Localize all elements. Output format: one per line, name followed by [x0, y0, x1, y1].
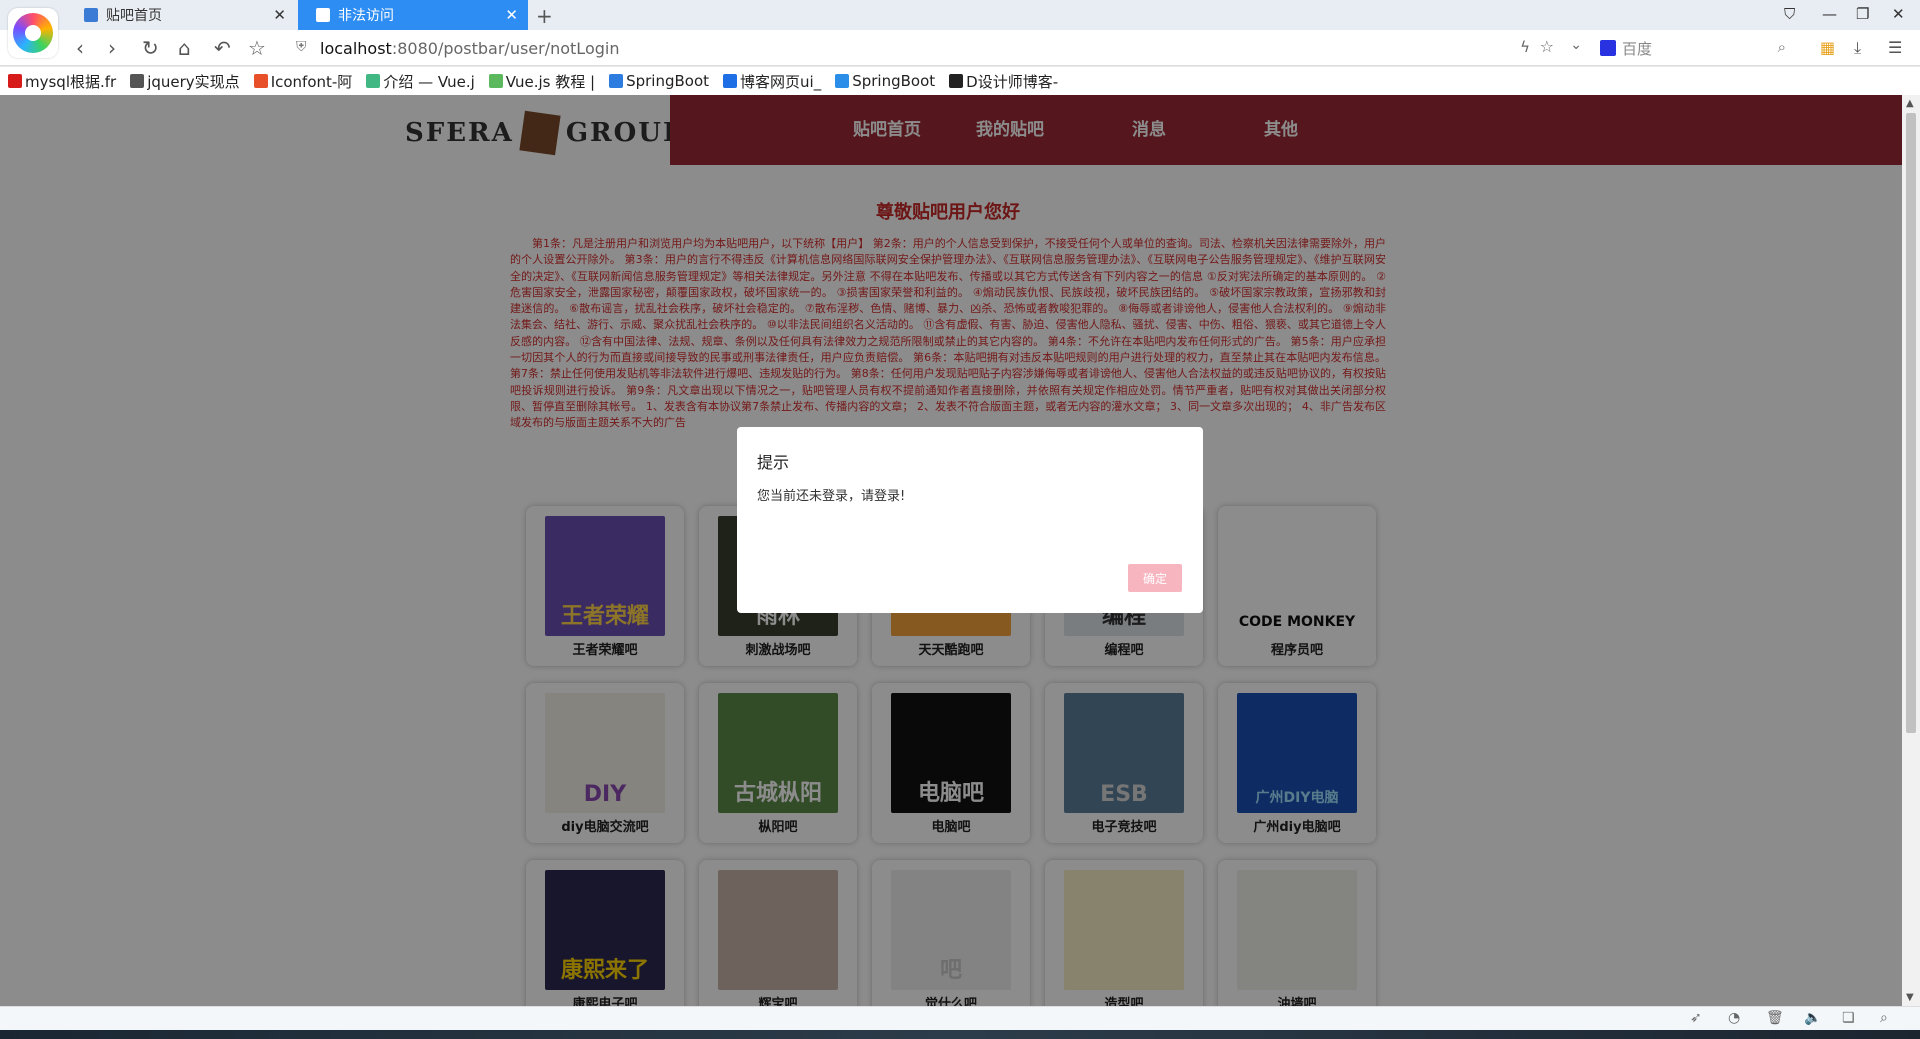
reload-icon[interactable]: ↻ [142, 36, 159, 60]
bookmark-favicon-icon [835, 74, 850, 88]
scroll-up-icon[interactable]: ▲ [1906, 98, 1914, 109]
bookmark-item[interactable]: 博客网页ui_ [723, 71, 821, 92]
bookmark-label: jquery实现点 [147, 72, 240, 91]
chevron-down-icon[interactable]: ⌄ [1570, 37, 1582, 53]
page-icon [84, 8, 98, 22]
scrollbar-thumb[interactable] [1906, 113, 1916, 733]
bookmark-item[interactable]: 介绍 — Vue.j [366, 71, 475, 92]
os-taskbar [0, 1030, 1920, 1039]
dialog-message: 您当前还未登录，请登录! [757, 489, 906, 504]
browser-toolbar: ‹ › ↻ ⌂ ↶ ☆ ⛨ localhost:8080/postbar/use… [0, 30, 1920, 66]
scroll-down-icon[interactable]: ▼ [1906, 992, 1914, 1003]
back-icon[interactable]: ‹ [76, 36, 84, 60]
close-icon[interactable]: ✕ [273, 6, 286, 24]
lightning-icon[interactable]: ϟ [1520, 38, 1530, 56]
page-icon [316, 8, 330, 22]
url-text: localhost:8080/postbar/user/notLogin [320, 38, 620, 58]
bookmark-item[interactable]: Iconfont-阿 [253, 71, 353, 92]
bookmark-favicon-icon [130, 74, 145, 88]
bookmark-item[interactable]: jquery实现点 [130, 71, 240, 92]
bookmark-star-icon[interactable]: ☆ [1540, 37, 1554, 56]
accelerate-icon[interactable]: ◔ [1728, 1010, 1740, 1026]
login-prompt-dialog: 提示 您当前还未登录，请登录! 确定 [737, 427, 1203, 613]
bookmark-item[interactable]: SpringBoot [835, 72, 935, 90]
bookmark-label: SpringBoot [626, 72, 710, 90]
browser-statusbar: ➶ ◔ 🗑 🔈 ❏ ⌕ [0, 1006, 1920, 1030]
bookmark-label: mysql根据.fr [25, 72, 117, 91]
menu-icon[interactable]: ☰ [1888, 38, 1902, 57]
new-tab-button[interactable]: + [536, 4, 553, 28]
tab-postbar-home[interactable]: 贴吧首页 ✕ [66, 0, 296, 30]
restore-icon[interactable]: ❐ [1856, 5, 1869, 23]
rocket-icon[interactable]: ➶ [1690, 1010, 1702, 1026]
bookmark-label: SpringBoot [852, 72, 936, 90]
bookmark-favicon-icon [609, 74, 624, 88]
close-icon[interactable]: ✕ [505, 6, 518, 24]
bookmark-favicon-icon [8, 74, 22, 88]
apps-icon[interactable]: ▦ [1820, 38, 1835, 57]
forward-icon[interactable]: › [108, 36, 116, 60]
security-shield-icon: ⛨ [296, 39, 307, 55]
home-icon[interactable]: ⌂ [178, 36, 191, 60]
bookmark-label: 介绍 — Vue.j [383, 72, 475, 91]
close-window-icon[interactable]: ✕ [1892, 5, 1905, 23]
undo-icon[interactable]: ↶ [214, 36, 231, 60]
tab-title: 贴吧首页 [106, 8, 162, 24]
volume-icon[interactable]: 🔈 [1804, 1010, 1821, 1026]
tab-title: 非法访问 [338, 8, 394, 24]
bookmark-label: 博客网页ui_ [740, 72, 822, 91]
browser-logo[interactable] [8, 8, 58, 58]
bookmark-label: Iconfont-阿 [270, 72, 353, 91]
minimize-icon[interactable]: — [1822, 5, 1837, 23]
tab-illegal-access[interactable]: 非法访问 ✕ [298, 0, 528, 30]
skin-icon[interactable]: ⛉ [1784, 5, 1795, 23]
bookmark-label: D设计师博客- [966, 72, 1059, 91]
window-icon[interactable]: ❏ [1842, 1010, 1855, 1026]
bookmark-item[interactable]: mysql根据.fr [8, 71, 116, 92]
bookmark-label: Vue.js 教程 | [505, 72, 596, 91]
dialog-title: 提示 [757, 453, 790, 472]
favorite-star-icon[interactable]: ☆ [248, 36, 266, 60]
search-input[interactable]: 百度 ⌕ [1600, 33, 1786, 63]
download-icon[interactable]: ⤓ [1854, 38, 1861, 58]
bookmark-favicon-icon [949, 74, 964, 88]
bookmarks-bar: mysql根据.fr jquery实现点 Iconfont-阿 介绍 — Vue.j V… [0, 67, 1920, 95]
address-bar[interactable]: ⛨ localhost:8080/postbar/user/notLogin ϟ… [292, 33, 1582, 63]
zoom-icon[interactable]: ⌕ [1880, 1010, 1888, 1026]
bookmark-item[interactable]: Vue.js 教程 | [488, 71, 596, 92]
baidu-icon [1600, 40, 1616, 56]
bookmark-item[interactable]: SpringBoot [609, 72, 709, 90]
confirm-button[interactable]: 确定 [1128, 564, 1182, 592]
search-icon[interactable]: ⌕ [1778, 38, 1786, 56]
browser-titlebar: 贴吧首页 ✕ 非法访问 ✕ + ⛉ — ❐ ✕ [0, 0, 1920, 30]
bookmark-favicon-icon [723, 74, 738, 88]
trash-icon[interactable]: 🗑 [1766, 1010, 1784, 1026]
bookmark-favicon-icon [253, 74, 268, 88]
bookmark-favicon-icon [488, 74, 503, 88]
bookmark-favicon-icon [366, 74, 381, 88]
bookmark-item[interactable]: D设计师博客- [949, 71, 1058, 92]
scrollbar[interactable]: ▲ ▼ [1902, 95, 1920, 1006]
